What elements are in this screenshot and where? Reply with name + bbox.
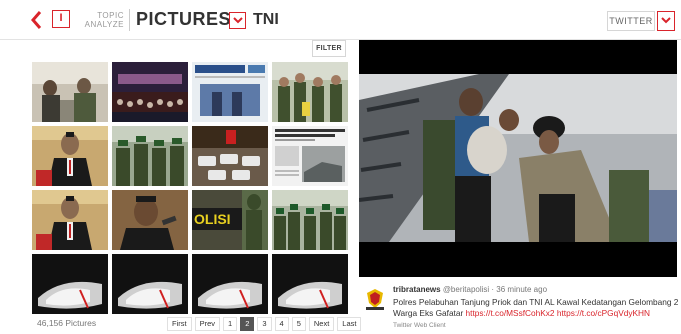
picture-thumbnail[interactable] [272, 126, 348, 186]
twitter-dropdown-button[interactable] [657, 11, 675, 31]
page-title: PICTURES [136, 9, 232, 29]
info-button[interactable]: I [52, 10, 70, 28]
tweet-handle[interactable]: @beritapolisi [443, 285, 489, 294]
filter-button[interactable]: FILTER [312, 40, 346, 57]
pagination: First Prev 1 2 3 4 5 Next Last [167, 317, 362, 331]
picture-count: 46,156 Pictures [37, 318, 97, 328]
header-divider [129, 9, 130, 31]
picture-thumbnail[interactable] [272, 190, 348, 250]
page-5-button[interactable]: 5 [291, 317, 306, 331]
tweet-source: Twitter Web Client [393, 322, 446, 329]
tweet-text: Polres Pelabuhan Tanjung Priok dan TNI A… [393, 297, 681, 319]
tweet-link[interactable]: https://t.co/MSsfCohKx2 [466, 308, 555, 318]
topic-name: TNI [253, 11, 279, 28]
chevron-down-icon [233, 17, 243, 24]
featured-photo[interactable] [359, 40, 677, 277]
picture-thumbnail[interactable] [272, 62, 348, 122]
twitter-button[interactable]: TWITTER [607, 11, 655, 31]
picture-thumbnail[interactable]: OLISI [192, 190, 268, 250]
page-last-button[interactable]: Last [337, 317, 362, 331]
page-4-button[interactable]: 4 [274, 317, 289, 331]
picture-grid: OLISI [32, 62, 348, 314]
chevron-down-icon [661, 17, 671, 24]
page-1-button[interactable]: 1 [223, 317, 238, 331]
picture-thumbnail[interactable] [32, 126, 108, 186]
tweet-header: tribratanews @beritapolisi · 36 minute a… [393, 285, 547, 294]
picture-thumbnail[interactable] [32, 190, 108, 250]
tweet-link[interactable]: https://t.co/cPGqVdyKHN [557, 308, 650, 318]
picture-thumbnail[interactable] [192, 126, 268, 186]
back-icon[interactable] [30, 10, 44, 30]
tweet-time: · 36 minute ago [491, 285, 548, 294]
picture-thumbnail[interactable] [192, 254, 268, 314]
picture-thumbnail[interactable] [112, 254, 188, 314]
tweet-user[interactable]: tribratanews [393, 285, 441, 294]
tribratanews-logo [363, 287, 387, 311]
topic-label: TOPIC [97, 11, 124, 20]
picture-thumbnail[interactable] [32, 62, 108, 122]
topic-analyze-label[interactable]: TOPIC ANALYZE [80, 11, 124, 29]
page-2-button[interactable]: 2 [240, 317, 255, 331]
page-prev-button[interactable]: Prev [194, 317, 221, 331]
title-dropdown-button[interactable] [229, 12, 246, 29]
svg-text:OLISI: OLISI [194, 211, 231, 227]
page-next-button[interactable]: Next [308, 317, 335, 331]
picture-thumbnail[interactable] [112, 126, 188, 186]
topic-header: I TOPIC ANALYZE PICTURES TNI TWITTER [0, 0, 681, 40]
picture-thumbnail[interactable] [112, 190, 188, 250]
page-3-button[interactable]: 3 [257, 317, 272, 331]
picture-thumbnail[interactable] [272, 254, 348, 314]
picture-thumbnail[interactable] [32, 254, 108, 314]
page-first-button[interactable]: First [167, 317, 192, 331]
picture-thumbnail[interactable] [112, 62, 188, 122]
picture-thumbnail[interactable] [192, 62, 268, 122]
analyze-label: ANALYZE [84, 20, 124, 29]
